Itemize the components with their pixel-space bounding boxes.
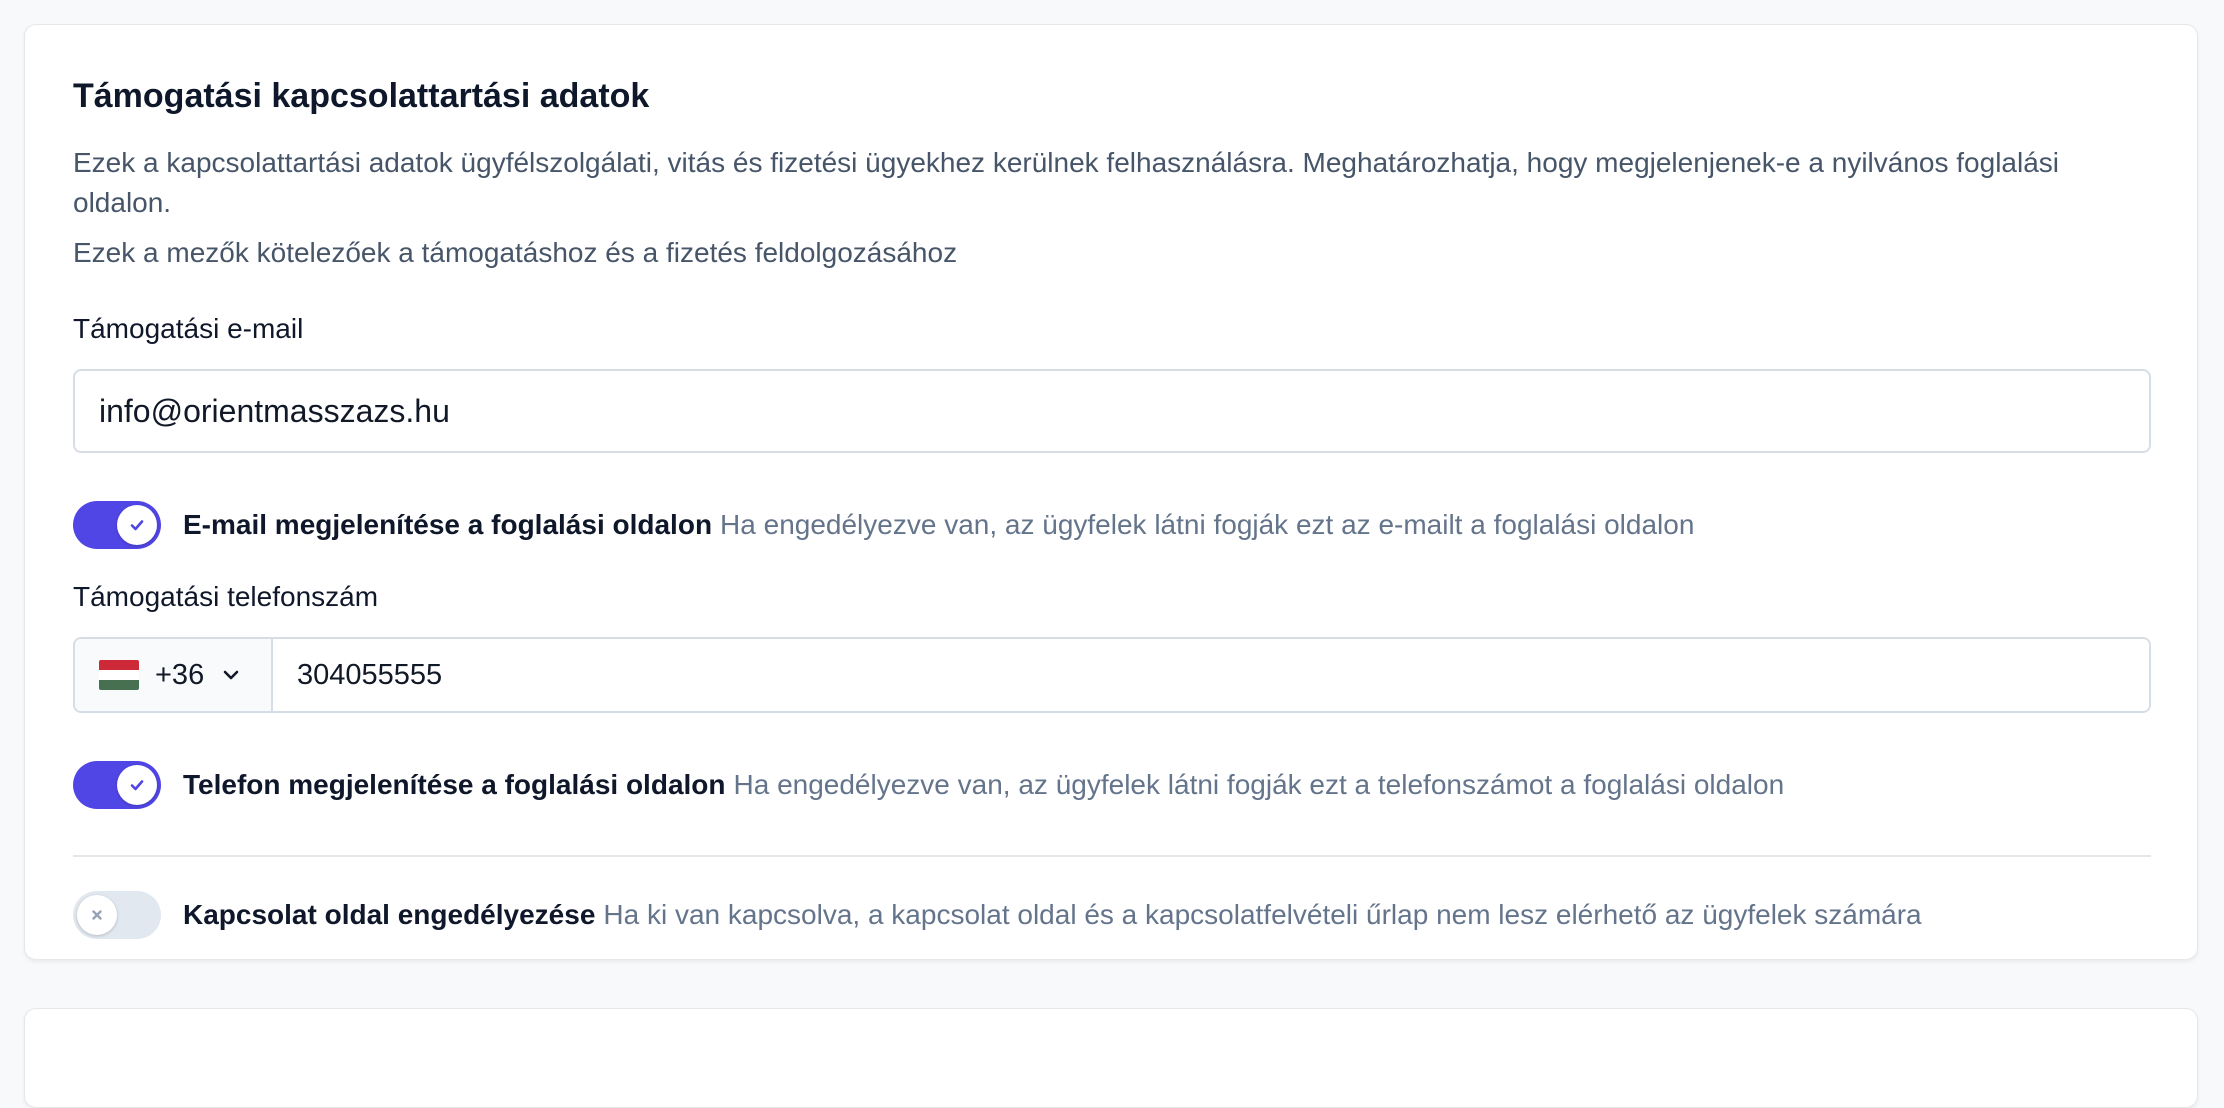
toggle-knob <box>117 765 157 805</box>
support-contact-content: Támogatási kapcsolattartási adatok Ezek … <box>73 25 2151 959</box>
support-phone-label: Támogatási telefonszám <box>73 581 379 612</box>
show-phone-help: Ha engedélyezve van, az ügyfelek látni f… <box>733 769 1785 800</box>
hungary-flag-icon <box>99 660 139 690</box>
section-divider <box>73 855 2151 857</box>
support-email-label: Támogatási e-mail <box>73 313 304 344</box>
contact-page-row: Kapcsolat oldal engedélyezése Ha ki van … <box>73 890 1922 940</box>
show-email-row: E-mail megjelenítése a foglalási oldalon… <box>73 500 1694 550</box>
required-fields-note: Ezek a mezők kötelezőek a támogatáshoz é… <box>73 237 958 268</box>
check-icon <box>130 520 144 531</box>
country-code-select[interactable]: +36 <box>75 639 273 711</box>
check-icon <box>130 780 144 791</box>
show-email-toggle[interactable] <box>73 501 161 549</box>
next-settings-card <box>24 1008 2198 1108</box>
toggle-knob <box>117 505 157 545</box>
contact-page-label: Kapcsolat oldal engedélyezése <box>183 899 596 930</box>
section-description: Ezek a kapcsolattartási adatok ügyfélszo… <box>73 147 2060 218</box>
support-phone-input[interactable] <box>273 639 2149 711</box>
x-icon <box>92 910 102 920</box>
show-email-label: E-mail megjelenítése a foglalási oldalon <box>183 509 713 540</box>
toggle-knob <box>77 895 117 935</box>
dial-code: +36 <box>155 658 205 691</box>
support-phone-field: +36 <box>73 637 2151 713</box>
section-title: Támogatási kapcsolattartási adatok <box>73 77 650 115</box>
support-contact-card: Támogatási kapcsolattartási adatok Ezek … <box>24 24 2198 960</box>
show-phone-label: Telefon megjelenítése a foglalási oldalo… <box>183 769 726 800</box>
chevron-down-icon <box>220 664 242 686</box>
show-phone-toggle[interactable] <box>73 761 161 809</box>
contact-page-help: Ha ki van kapcsolva, a kapcsolat oldal é… <box>603 899 1922 930</box>
show-phone-row: Telefon megjelenítése a foglalási oldalo… <box>73 760 1784 810</box>
support-email-input[interactable] <box>73 369 2151 453</box>
contact-page-toggle[interactable] <box>73 891 161 939</box>
show-email-help: Ha engedélyezve van, az ügyfelek látni f… <box>720 509 1695 540</box>
